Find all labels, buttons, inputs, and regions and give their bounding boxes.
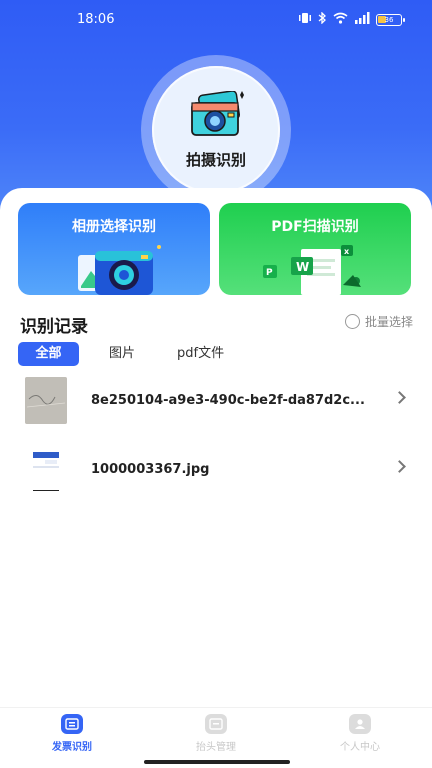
record-item[interactable]: 1000003367.jpg: [0, 442, 432, 498]
status-bar: 18:06 36: [0, 0, 432, 42]
tab-all[interactable]: 全部: [18, 342, 79, 366]
svg-text:x: x: [344, 247, 350, 256]
battery-icon: 36: [376, 13, 405, 26]
pdf-scan-card[interactable]: PDF扫描识别 W P x: [219, 203, 411, 295]
status-icons: 36: [298, 11, 405, 27]
bottom-navigation: 发票识别 抬头管理 个人中心: [0, 707, 432, 757]
camera-icon: [186, 89, 246, 143]
album-select-card[interactable]: 相册选择识别: [18, 203, 210, 295]
nav-label: 个人中心: [340, 742, 380, 753]
album-card-title: 相册选择识别: [72, 219, 156, 235]
record-filter-tabs: 全部 图片 pdf文件: [18, 342, 238, 366]
nav-profile[interactable]: 个人中心: [288, 708, 432, 757]
capture-button[interactable]: 拍摄识别: [141, 55, 291, 205]
nav-label: 抬头管理: [196, 742, 236, 753]
svg-text:P: P: [266, 268, 273, 278]
chevron-right-icon: [393, 391, 406, 404]
record-name: 8e250104-a9e3-490c-be2f-da87d2c...: [91, 393, 365, 408]
title-management-icon: [205, 714, 227, 734]
capture-button-inner: 拍摄识别: [152, 66, 280, 194]
album-camera-illustration-icon: [73, 241, 173, 295]
user-icon: [349, 714, 371, 734]
tab-pdf-files[interactable]: pdf文件: [177, 342, 224, 366]
chevron-right-icon: [393, 460, 406, 473]
batch-select-label: 批量选择: [364, 315, 413, 329]
batch-select-radio[interactable]: [344, 314, 360, 329]
invoice-icon: [61, 714, 83, 734]
battery-level: 36: [384, 15, 394, 24]
capture-label: 拍摄识别: [185, 150, 246, 169]
svg-text:W: W: [296, 260, 309, 274]
home-indicator-area: [0, 757, 432, 768]
wifi-icon: [333, 12, 348, 27]
record-thumbnail: [25, 377, 67, 424]
batch-select-toggle[interactable]: 批量选择: [344, 313, 413, 330]
records-section-title: 识别记录: [20, 317, 88, 337]
nav-label: 发票识别: [52, 742, 92, 753]
signal-icon: [354, 12, 370, 27]
pdf-card-title: PDF扫描识别: [271, 219, 359, 235]
record-item[interactable]: 8e250104-a9e3-490c-be2f-da87d2c...: [0, 373, 432, 429]
bluetooth-icon: [318, 11, 327, 27]
document-illustration-icon: W P x: [261, 241, 371, 295]
record-name: 1000003367.jpg: [91, 462, 210, 477]
nav-title-management[interactable]: 抬头管理: [144, 708, 288, 757]
nav-invoice-recognition[interactable]: 发票识别: [0, 708, 144, 757]
status-time: 18:06: [77, 12, 115, 27]
home-indicator[interactable]: [144, 760, 290, 764]
tab-images[interactable]: 图片: [109, 342, 135, 366]
record-thumbnail: [25, 446, 67, 493]
vibrate-icon: [298, 12, 312, 27]
